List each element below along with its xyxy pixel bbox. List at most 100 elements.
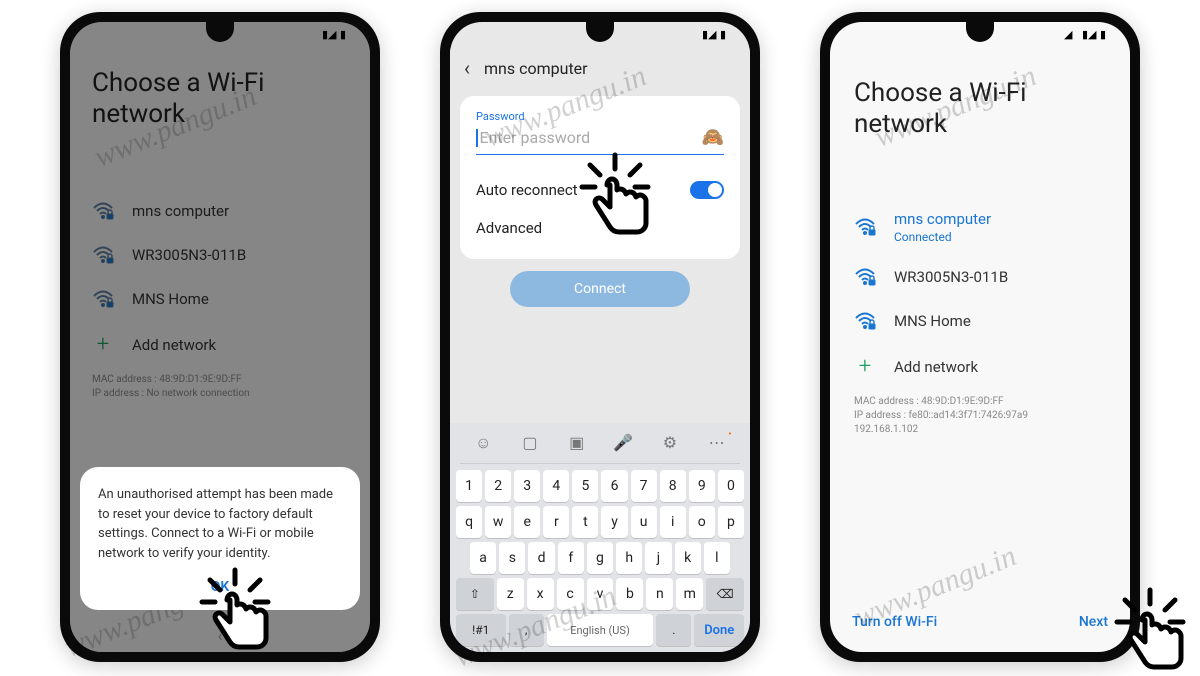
- key[interactable]: v: [587, 578, 614, 610]
- back-icon[interactable]: ‹: [464, 56, 470, 80]
- turn-off-wifi-button[interactable]: Turn off Wi-Fi: [852, 614, 937, 630]
- wifi-item[interactable]: MNS Home: [854, 310, 1106, 332]
- key[interactable]: 8: [660, 470, 686, 502]
- text-cursor: [476, 129, 478, 147]
- key[interactable]: 1: [456, 470, 482, 502]
- key[interactable]: k: [675, 542, 701, 574]
- wifi-status-icon: ◢: [1064, 30, 1078, 40]
- key[interactable]: z: [497, 578, 524, 610]
- kb-row-1: q w e r t y u i o p: [454, 504, 746, 540]
- wifi-list: mns computer Connected WR3005N3-011B MNS…: [854, 210, 1106, 379]
- mac-info: MAC address : 48:9D:D1:9E:9D:FF IP addre…: [854, 395, 1106, 437]
- key[interactable]: y: [601, 506, 627, 538]
- advanced-row[interactable]: Advanced: [476, 209, 724, 247]
- nav-bar: ‹: [70, 618, 370, 652]
- connect-button[interactable]: Connect: [510, 271, 690, 307]
- comma-key[interactable]: ,: [509, 614, 544, 646]
- toggle-on-icon[interactable]: [690, 181, 724, 199]
- popup-text: An unauthorised attempt has been made to…: [98, 485, 342, 563]
- key[interactable]: 5: [572, 470, 598, 502]
- wifi-lock-icon: [854, 266, 876, 288]
- alert-popup: An unauthorised attempt has been made to…: [80, 467, 360, 610]
- wifi-name: mns computer: [894, 210, 991, 228]
- wifi-lock-icon: [854, 310, 876, 332]
- auto-reconnect-label: Auto reconnect: [476, 181, 578, 199]
- kb-row-2: a s d f g h j k l: [454, 540, 746, 576]
- kb-sticker-icon[interactable]: ▢: [519, 433, 541, 455]
- key[interactable]: b: [616, 578, 643, 610]
- key[interactable]: 4: [543, 470, 569, 502]
- key[interactable]: w: [485, 506, 511, 538]
- key[interactable]: 9: [689, 470, 715, 502]
- wifi-name: MNS Home: [894, 312, 971, 330]
- space-key[interactable]: English (US): [547, 614, 653, 646]
- phone-3: ◢ ▮◢ ▮ Choose a Wi-Fi network mns comput…: [820, 12, 1140, 662]
- key[interactable]: c: [557, 578, 584, 610]
- password-placeholder: Enter password: [480, 128, 702, 147]
- kb-gif-icon[interactable]: ▣: [566, 433, 588, 455]
- wifi-status: Connected: [894, 230, 991, 244]
- key[interactable]: n: [646, 578, 673, 610]
- shift-key[interactable]: ⇧: [456, 578, 494, 610]
- key[interactable]: l: [704, 542, 730, 574]
- phone-1: ▮◢ ▮ Choose a Wi-Fi network mns computer…: [60, 12, 380, 662]
- key[interactable]: q: [456, 506, 482, 538]
- key[interactable]: t: [572, 506, 598, 538]
- kb-settings-icon[interactable]: ⚙: [659, 433, 681, 455]
- kb-toolbar: ☺ ▢ ▣ 🎤 ⚙ ⋯: [454, 429, 746, 463]
- next-button[interactable]: Next: [1079, 614, 1108, 630]
- plus-icon: +: [854, 354, 876, 379]
- password-label: Password: [476, 110, 724, 123]
- key[interactable]: j: [645, 542, 671, 574]
- done-key[interactable]: Done: [694, 614, 744, 646]
- backspace-key[interactable]: ⌫: [706, 578, 744, 610]
- key[interactable]: x: [527, 578, 554, 610]
- signal-icon: ▮◢: [1082, 30, 1096, 40]
- key[interactable]: m: [676, 578, 703, 610]
- ok-button[interactable]: OK: [211, 577, 230, 598]
- key[interactable]: 0: [718, 470, 744, 502]
- key[interactable]: e: [514, 506, 540, 538]
- phone-2: ▮◢ ▮ ‹ mns computer Password Enter passw…: [440, 12, 760, 662]
- password-card: Password Enter password 🙈 Auto reconnect…: [460, 96, 740, 259]
- auto-reconnect-row[interactable]: Auto reconnect: [476, 171, 724, 209]
- keyboard: ☺ ▢ ▣ 🎤 ⚙ ⋯ 1 2 3 4 5 6 7 8 9: [450, 423, 750, 652]
- key[interactable]: 2: [485, 470, 511, 502]
- wifi-item-connected[interactable]: mns computer Connected: [854, 210, 1106, 244]
- kb-more-icon[interactable]: ⋯: [706, 433, 728, 455]
- wifi-item[interactable]: WR3005N3-011B: [854, 266, 1106, 288]
- wifi-lock-icon: [854, 216, 876, 238]
- key[interactable]: f: [558, 542, 584, 574]
- kb-voice-icon[interactable]: 🎤: [612, 433, 634, 455]
- signal-icon: ▮◢: [702, 30, 716, 40]
- header: ‹ mns computer: [450, 48, 750, 88]
- key[interactable]: o: [689, 506, 715, 538]
- key[interactable]: p: [718, 506, 744, 538]
- key[interactable]: h: [616, 542, 642, 574]
- key[interactable]: d: [528, 542, 554, 574]
- key[interactable]: a: [470, 542, 496, 574]
- key[interactable]: s: [499, 542, 525, 574]
- kb-row-numbers: 1 2 3 4 5 6 7 8 9 0: [454, 468, 746, 504]
- symbols-key[interactable]: !#1: [456, 614, 506, 646]
- key[interactable]: 7: [631, 470, 657, 502]
- add-network-label: Add network: [894, 358, 978, 376]
- battery-icon: ▮: [1100, 30, 1114, 40]
- period-key[interactable]: .: [656, 614, 691, 646]
- key[interactable]: 6: [601, 470, 627, 502]
- key[interactable]: 3: [514, 470, 540, 502]
- key[interactable]: r: [543, 506, 569, 538]
- password-input[interactable]: Enter password 🙈: [476, 123, 724, 155]
- header-title: mns computer: [484, 59, 588, 78]
- eye-off-icon[interactable]: 🙈: [702, 127, 724, 148]
- key[interactable]: g: [587, 542, 613, 574]
- kb-row-3: ⇧ z x c v b n m ⌫: [454, 576, 746, 612]
- add-network[interactable]: + Add network: [854, 354, 1106, 379]
- key[interactable]: u: [631, 506, 657, 538]
- nav-back-icon[interactable]: ‹: [218, 626, 223, 645]
- page-title: Choose a Wi-Fi network: [854, 78, 1106, 140]
- bottom-bar: Turn off Wi-Fi Next: [852, 614, 1108, 630]
- key[interactable]: i: [660, 506, 686, 538]
- kb-emoji-icon[interactable]: ☺: [472, 433, 494, 455]
- kb-row-4: !#1 , English (US) . Done: [454, 612, 746, 648]
